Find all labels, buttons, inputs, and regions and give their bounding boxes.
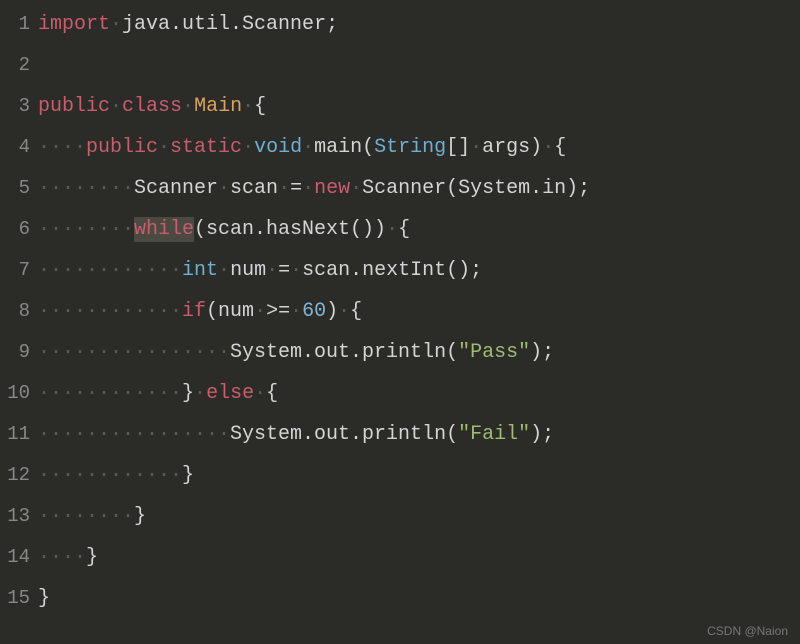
code-line: ············if(num·>=·60)·{: [38, 291, 800, 332]
line-number: 11: [0, 414, 30, 455]
code-line: ············}·else·{: [38, 373, 800, 414]
code-line: ····public·static·void·main(String[]·arg…: [38, 127, 800, 168]
line-number: 8: [0, 291, 30, 332]
line-number: 14: [0, 537, 30, 578]
code-line: [38, 45, 800, 86]
code-line: }: [38, 578, 800, 619]
code-line: ············int·num·=·scan.nextInt();: [38, 250, 800, 291]
line-number: 15: [0, 578, 30, 619]
code-line: ············}: [38, 455, 800, 496]
code-line: ········while(scan.hasNext())·{: [38, 209, 800, 250]
code-area[interactable]: import·java.util.Scanner; public·class·M…: [38, 4, 800, 619]
code-line: ········}: [38, 496, 800, 537]
code-line: ················System.out.println("Pass…: [38, 332, 800, 373]
line-number: 6: [0, 209, 30, 250]
code-line: ················System.out.println("Fail…: [38, 414, 800, 455]
code-line: public·class·Main·{: [38, 86, 800, 127]
line-number: 9: [0, 332, 30, 373]
line-number: 1: [0, 4, 30, 45]
line-number: 5: [0, 168, 30, 209]
line-number: 13: [0, 496, 30, 537]
code-editor[interactable]: 1 2 3 4 5 6 7 8 9 10 11 12 13 14 15 impo…: [0, 0, 800, 619]
line-number: 7: [0, 250, 30, 291]
code-line: ········Scanner·scan·=·new·Scanner(Syste…: [38, 168, 800, 209]
line-number: 4: [0, 127, 30, 168]
code-line: import·java.util.Scanner;: [38, 4, 800, 45]
watermark: CSDN @Naion: [707, 624, 788, 638]
line-number-gutter: 1 2 3 4 5 6 7 8 9 10 11 12 13 14 15: [0, 4, 38, 619]
line-number: 2: [0, 45, 30, 86]
line-number: 3: [0, 86, 30, 127]
line-number: 10: [0, 373, 30, 414]
line-number: 12: [0, 455, 30, 496]
code-line: ····}: [38, 537, 800, 578]
